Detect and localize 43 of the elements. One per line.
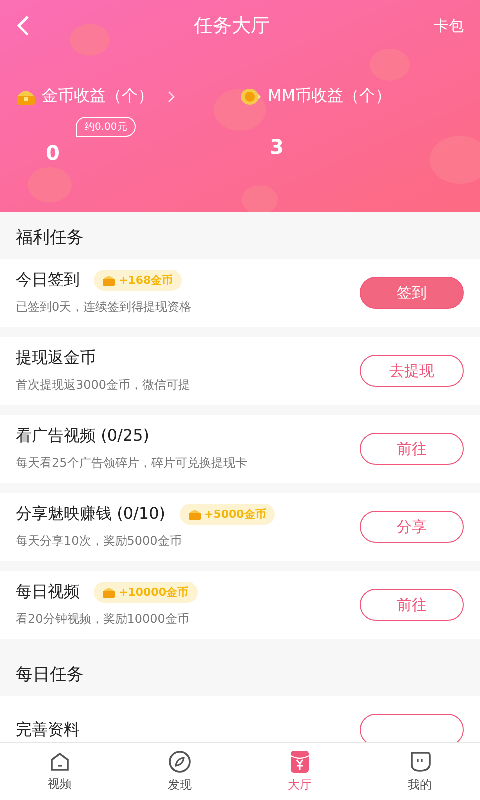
task-button[interactable]: [360, 714, 464, 742]
task-button[interactable]: 前往: [360, 589, 464, 621]
task-description: 每天分享10次，奖励5000金币: [16, 533, 183, 550]
stat-value: 0: [46, 141, 61, 165]
treasure-chest-icon: [103, 588, 115, 598]
back-icon[interactable]: [16, 15, 30, 37]
stat-label: MM币收益（个）: [268, 86, 392, 107]
reward-badge: +5000金币: [180, 504, 276, 525]
task-description: 每天看25个广告领碎片，碎片可兑换提现卡: [16, 455, 248, 472]
task-title: 今日签到: [16, 270, 80, 291]
task-title: 每日视频: [16, 582, 80, 603]
yen-envelope-icon: [289, 750, 311, 774]
treasure-chest-icon: [103, 276, 115, 286]
nav-tab[interactable]: 发现: [120, 748, 240, 794]
nav-tab[interactable]: 我的: [360, 748, 480, 794]
coin-icon: [240, 88, 262, 106]
value-bubble: 约0.00元: [76, 117, 136, 137]
reward-badge: +168金币: [94, 270, 182, 291]
section-title: 每日任务: [15, 664, 85, 687]
task-title: 分享魅映赚钱 (0/10): [16, 504, 166, 525]
nav-tab[interactable]: 大厅: [240, 748, 360, 794]
chevron-icon[interactable]: [168, 90, 175, 102]
task-description: 首次提现返3000金币，微信可提: [16, 377, 191, 394]
task-description: 已签到0天，连续签到得提现资格: [16, 299, 192, 316]
task-button[interactable]: 前往: [360, 433, 464, 465]
stat-value: 3: [270, 135, 285, 159]
task-description: 看20分钟视频，奖励10000金币: [16, 611, 190, 628]
stat-label: 金币收益（个）: [42, 86, 154, 107]
chat-face-icon: [408, 750, 432, 774]
task-title: 看广告视频 (0/25): [16, 426, 150, 447]
card-wallet-link[interactable]: 卡包: [434, 16, 464, 36]
task-button[interactable]: 去提现: [360, 355, 464, 387]
section-title: 福利任务: [15, 227, 85, 250]
home-icon: [49, 750, 71, 772]
task-title: 完善资料: [16, 720, 80, 740]
page-title: 任务大厅: [194, 14, 270, 39]
nav-tab[interactable]: 视频: [0, 750, 120, 794]
reward-badge: +10000金币: [94, 582, 198, 603]
task-button[interactable]: 签到: [360, 277, 464, 309]
treasure-chest-icon: [188, 510, 200, 520]
compass-icon: [168, 750, 192, 774]
task-title: 提现返金币: [16, 348, 96, 369]
task-button[interactable]: 分享: [360, 511, 464, 543]
